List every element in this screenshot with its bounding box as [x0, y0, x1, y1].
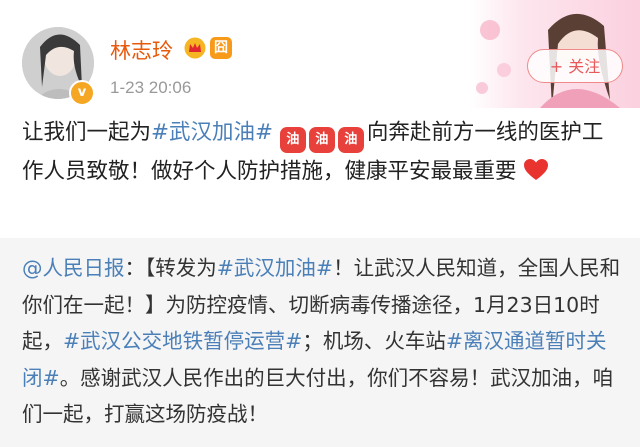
repost-text-2: ；机场、火车站 — [302, 329, 446, 353]
verified-icon: v — [69, 80, 95, 106]
repost-block[interactable]: @人民日报：【转发为#武汉加油#！让武汉人民知道，全国人民和你们在一起！】为防控… — [0, 238, 640, 447]
repost-text: @人民日报：【转发为#武汉加油#！让武汉人民知道，全国人民和你们在一起！】为防控… — [22, 250, 622, 433]
coffee-fuel-emoji: 油 — [308, 127, 335, 153]
post-header: v 林志玲 囧 1-23 20:06 + 关注 — [0, 0, 640, 108]
repost-text-3: 。感谢武汉人民作出的巨大付出，你们不容易！武汉加油，咱们一起，打赢这场防疫战！ — [22, 365, 614, 427]
topic-link-wuhan-repost[interactable]: #武汉加油# — [217, 256, 333, 280]
mention-link[interactable]: @人民日报 — [22, 256, 125, 280]
member-icon: 囧 — [210, 37, 232, 59]
post-timestamp: 1-23 20:06 — [110, 78, 192, 97]
author-name[interactable]: 林志玲 — [110, 35, 173, 65]
crown-icon — [184, 37, 206, 59]
heart-icon — [524, 159, 549, 180]
topic-link-wuhan[interactable]: #武汉加油# — [151, 120, 273, 145]
repost-sep: ：【转发为 — [124, 256, 217, 280]
post-body: 让我们一起为#武汉加油# 油油油向奔赴前方一线的医护工作人员致敬！做好个人防护措… — [22, 114, 622, 190]
follow-button[interactable]: + 关注 — [527, 49, 623, 83]
coffee-fuel-emoji: 油 — [279, 127, 306, 153]
post-text-start: 让我们一起为 — [22, 120, 152, 145]
topic-link-transit[interactable]: #武汉公交地铁暂停运营# — [63, 329, 302, 353]
coffee-fuel-emoji: 油 — [337, 127, 364, 153]
